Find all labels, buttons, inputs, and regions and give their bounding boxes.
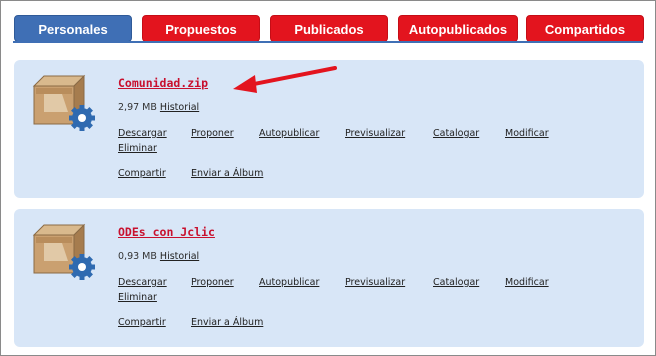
package-gear-icon: [28, 72, 98, 136]
window-frame: Personales Propuestos Publicados Autopub…: [0, 0, 656, 356]
modify-link[interactable]: Modificar: [505, 277, 549, 288]
tab-propuestos[interactable]: Propuestos: [142, 15, 260, 42]
catalog-link[interactable]: Catalogar: [433, 277, 479, 288]
preview-link[interactable]: Previsualizar: [345, 277, 405, 288]
delete-link[interactable]: Eliminar: [118, 292, 157, 303]
file-size: 2,97 MB: [118, 102, 157, 113]
preview-link[interactable]: Previsualizar: [345, 128, 405, 139]
tab-compartidos[interactable]: Compartidos: [526, 15, 644, 42]
modify-link[interactable]: Modificar: [505, 128, 549, 139]
share-link[interactable]: Compartir: [118, 317, 166, 328]
file-title-link[interactable]: ODEs con Jclic: [118, 225, 215, 239]
propose-link[interactable]: Proponer: [191, 277, 234, 288]
file-meta: 2,97 MB Historial: [118, 102, 199, 113]
package-gear-icon: [28, 221, 98, 285]
file-size: 0,93 MB: [118, 251, 157, 262]
send-to-album-link[interactable]: Enviar a Álbum: [191, 317, 263, 328]
autopublish-link[interactable]: Autopublicar: [259, 128, 319, 139]
file-meta: 0,93 MB Historial: [118, 251, 199, 262]
send-to-album-link[interactable]: Enviar a Álbum: [191, 168, 263, 179]
tab-underline: [13, 41, 643, 43]
autopublish-link[interactable]: Autopublicar: [259, 277, 319, 288]
download-link[interactable]: Descargar: [118, 128, 167, 139]
catalog-link[interactable]: Catalogar: [433, 128, 479, 139]
file-title-link[interactable]: Comunidad.zip: [118, 76, 208, 90]
delete-link[interactable]: Eliminar: [118, 143, 157, 154]
share-link[interactable]: Compartir: [118, 168, 166, 179]
tab-bar: Personales Propuestos Publicados Autopub…: [1, 15, 656, 42]
tab-autopublicados[interactable]: Autopublicados: [398, 15, 518, 42]
tab-personales[interactable]: Personales: [14, 15, 132, 42]
annotation-arrow-icon: [233, 66, 337, 93]
propose-link[interactable]: Proponer: [191, 128, 234, 139]
tab-publicados[interactable]: Publicados: [270, 15, 388, 42]
history-link[interactable]: Historial: [160, 102, 199, 113]
history-link[interactable]: Historial: [160, 251, 199, 262]
list-item: ODEs con Jclic 0,93 MB Historial Descarg…: [14, 209, 644, 347]
download-link[interactable]: Descargar: [118, 277, 167, 288]
